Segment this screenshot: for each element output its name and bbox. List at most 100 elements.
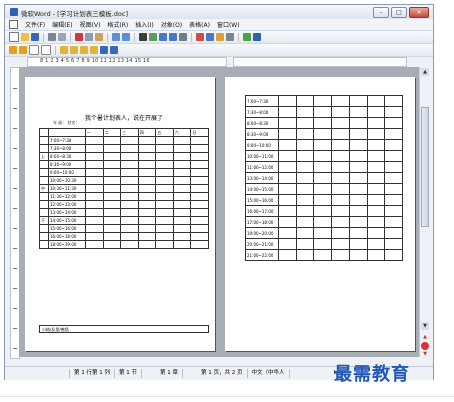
copy-icon[interactable] xyxy=(85,33,93,41)
schedule-cell[interactable] xyxy=(120,208,139,217)
schedule-cell[interactable] xyxy=(384,117,403,129)
schedule-cell[interactable] xyxy=(278,139,297,151)
schedule-cell[interactable] xyxy=(366,194,386,206)
table-row[interactable]: 16:00~17:00 xyxy=(245,205,403,217)
time-cell[interactable]: 9:00~10:00 xyxy=(245,139,279,151)
schedule-cell[interactable] xyxy=(384,95,403,107)
highlight-icon[interactable] xyxy=(19,46,27,54)
schedule-cell[interactable] xyxy=(331,205,350,217)
schedule-cell[interactable] xyxy=(295,183,315,195)
document-title[interactable]: 我个暑计划表人，说在开展了 xyxy=(85,113,163,122)
schedule-cell[interactable] xyxy=(366,216,386,228)
schedule-cell[interactable] xyxy=(102,144,122,153)
schedule-cell[interactable] xyxy=(190,232,209,241)
schedule-cell[interactable] xyxy=(190,208,209,217)
schedule-cell[interactable] xyxy=(348,139,368,151)
table-row[interactable]: 7:30~8:00 xyxy=(245,106,403,118)
schedule-cell[interactable] xyxy=(155,224,174,233)
schedule-cell[interactable] xyxy=(85,216,104,225)
open-folder-icon[interactable] xyxy=(21,33,29,41)
time-cell[interactable]: 18:00~19:00 xyxy=(48,240,86,249)
redo-icon[interactable] xyxy=(122,33,130,41)
scroll-down-icon[interactable]: ▼ xyxy=(421,322,429,330)
menu-window[interactable]: 窗口(W) xyxy=(217,20,240,29)
scroll-up-icon[interactable]: ▲ xyxy=(421,68,429,76)
period-cell[interactable] xyxy=(39,200,49,209)
schedule-cell[interactable] xyxy=(155,192,174,201)
schedule-cell[interactable] xyxy=(120,184,139,193)
table-row[interactable]: 下 14:00~15:00 xyxy=(39,216,209,225)
format-painter-icon[interactable] xyxy=(243,33,251,41)
time-cell[interactable]: 13:00~14:00 xyxy=(48,208,86,217)
minimize-button[interactable]: – xyxy=(373,7,389,18)
schedule-cell[interactable] xyxy=(278,172,297,184)
schedule-cell[interactable] xyxy=(155,152,174,161)
schedule-cell[interactable] xyxy=(331,216,350,228)
schedule-cell[interactable] xyxy=(331,150,350,162)
schedule-cell[interactable] xyxy=(384,139,403,151)
schedule-cell[interactable] xyxy=(190,216,209,225)
period-cell[interactable] xyxy=(39,192,49,201)
schedule-cell[interactable] xyxy=(295,216,315,228)
select-browse-object-icon[interactable] xyxy=(421,342,429,350)
scroll-thumb[interactable] xyxy=(421,107,429,227)
table-row[interactable]: 15:00~16:00 xyxy=(245,194,403,206)
schedule-cell[interactable] xyxy=(384,194,403,206)
schedule-cell[interactable] xyxy=(120,240,139,249)
schedule-cell[interactable] xyxy=(190,152,209,161)
folder-icon[interactable] xyxy=(60,46,68,54)
schedule-cell[interactable] xyxy=(172,136,192,145)
period-cell[interactable] xyxy=(39,168,49,177)
schedule-table[interactable]: 一二三四五六日 7:00~7:30 7:30~8:00 上 8:00~8:30 8:30~… xyxy=(39,128,209,249)
schedule-cell[interactable] xyxy=(384,172,403,184)
time-cell[interactable]: 15:00~16:00 xyxy=(245,194,279,206)
close-button[interactable]: ✕ xyxy=(409,7,429,18)
schedule-cell[interactable] xyxy=(295,205,315,217)
time-cell[interactable]: 21:00~22:00 xyxy=(245,249,279,261)
period-cell[interactable]: 下 xyxy=(39,216,49,225)
schedule-cell[interactable] xyxy=(384,227,403,239)
schedule-cell[interactable] xyxy=(366,205,386,217)
schedule-cell[interactable] xyxy=(172,240,192,249)
schedule-cell[interactable] xyxy=(85,232,104,241)
page-icon[interactable] xyxy=(29,45,39,55)
maximize-button[interactable]: □ xyxy=(391,7,407,18)
table-row[interactable]: 上 8:00~8:30 xyxy=(39,152,209,161)
schedule-cell[interactable] xyxy=(155,232,174,241)
frame-icon[interactable] xyxy=(100,46,108,54)
schedule-cell[interactable] xyxy=(85,208,104,217)
document-subtitle[interactable]: 年 级： 姓名： xyxy=(53,120,80,126)
time-cell[interactable]: 8:00~8:30 xyxy=(48,152,86,161)
next-page-icon[interactable]: ▼ xyxy=(421,350,429,358)
style-icon[interactable] xyxy=(9,46,17,54)
table-row[interactable]: 16:00~18:00 xyxy=(39,232,209,241)
schedule-cell[interactable] xyxy=(85,160,104,169)
horizontal-ruler-page2[interactable] xyxy=(233,57,407,67)
schedule-cell[interactable] xyxy=(295,172,315,184)
schedule-cell[interactable] xyxy=(331,139,350,151)
table-row[interactable]: 中 10:30~11:30 xyxy=(39,184,209,193)
schedule-cell[interactable] xyxy=(295,161,315,173)
menu-format[interactable]: 格式(R) xyxy=(107,20,128,29)
paste-icon[interactable] xyxy=(95,33,103,41)
schedule-cell[interactable] xyxy=(155,240,174,249)
schedule-cell[interactable] xyxy=(331,161,350,173)
time-cell[interactable]: 15:00~16:00 xyxy=(48,224,86,233)
schedule-cell[interactable] xyxy=(120,192,139,201)
spellcheck-icon[interactable] xyxy=(216,33,224,41)
schedule-cell[interactable] xyxy=(313,161,333,173)
schedule-cell[interactable] xyxy=(155,216,174,225)
save-icon[interactable] xyxy=(31,33,39,41)
schedule-cell[interactable] xyxy=(155,200,174,209)
schedule-cell[interactable] xyxy=(172,192,192,201)
schedule-cell[interactable] xyxy=(295,194,315,206)
schedule-cell[interactable] xyxy=(190,160,209,169)
schedule-cell[interactable] xyxy=(278,161,297,173)
schedule-cell[interactable] xyxy=(190,224,209,233)
schedule-cell[interactable] xyxy=(120,176,139,185)
schedule-cell[interactable] xyxy=(348,161,368,173)
schedule-cell[interactable] xyxy=(120,152,139,161)
schedule-cell[interactable] xyxy=(313,205,333,217)
schedule-cell[interactable] xyxy=(366,172,386,184)
schedule-cell[interactable] xyxy=(384,150,403,162)
